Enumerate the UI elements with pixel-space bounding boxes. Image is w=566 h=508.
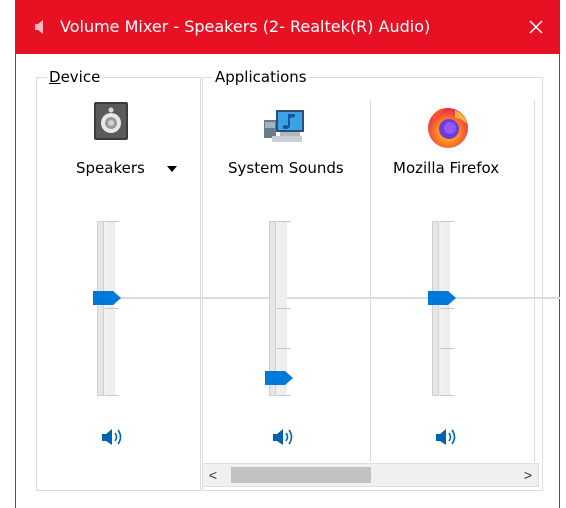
slider-tick	[105, 395, 119, 396]
slider-tick	[277, 395, 291, 396]
system-sounds-volume-track[interactable]	[269, 221, 276, 396]
column-separator	[534, 100, 535, 462]
applications-group: Applications	[202, 68, 543, 491]
slider-tick	[277, 221, 291, 222]
close-button[interactable]	[513, 0, 559, 54]
device-mnemonic: D	[49, 68, 61, 86]
system-sounds-icon	[264, 110, 304, 142]
close-icon	[529, 20, 543, 34]
applications-group-label: Applications	[213, 68, 309, 86]
device-volume-track[interactable]	[97, 221, 104, 396]
slider-tick	[440, 395, 454, 396]
speaker-device-icon	[94, 102, 128, 140]
volume-icon[interactable]	[436, 427, 458, 447]
device-label-rest: evice	[60, 68, 101, 86]
window-title: Volume Mixer - Speakers (2- Realtek(R) A…	[60, 17, 431, 36]
device-group-label: Device	[47, 68, 103, 86]
app-name-firefox: Mozilla Firefox	[393, 159, 500, 177]
slider-tick	[105, 308, 119, 309]
app-name-system-sounds: System Sounds	[228, 159, 344, 177]
slider-tick	[440, 308, 454, 309]
slider-tick	[277, 348, 291, 349]
volume-icon[interactable]	[273, 427, 295, 447]
volume-reference-line	[120, 297, 560, 299]
slider-tick	[105, 221, 119, 222]
horizontal-scrollbar[interactable]: < >	[202, 463, 539, 487]
firefox-volume-slider[interactable]	[428, 291, 456, 305]
slider-tick	[440, 221, 454, 222]
firefox-icon	[428, 108, 468, 148]
slider-tick	[277, 308, 291, 309]
device-volume-slider[interactable]	[93, 291, 121, 305]
scroll-right-button[interactable]: >	[518, 464, 538, 486]
slider-tick	[440, 348, 454, 349]
device-name[interactable]: Speakers	[76, 159, 145, 177]
volume-icon[interactable]	[102, 427, 124, 447]
scrollbar-thumb[interactable]	[231, 467, 371, 483]
chevron-down-icon[interactable]	[167, 166, 177, 172]
speaker-icon	[35, 20, 43, 34]
system-sounds-volume-slider[interactable]	[265, 371, 293, 385]
scroll-left-button[interactable]: <	[203, 464, 223, 486]
title-bar[interactable]: Volume Mixer - Speakers (2- Realtek(R) A…	[16, 0, 559, 54]
column-separator	[370, 100, 371, 462]
firefox-volume-track[interactable]	[432, 221, 439, 396]
volume-mixer-window: Volume Mixer - Speakers (2- Realtek(R) A…	[15, 0, 560, 508]
